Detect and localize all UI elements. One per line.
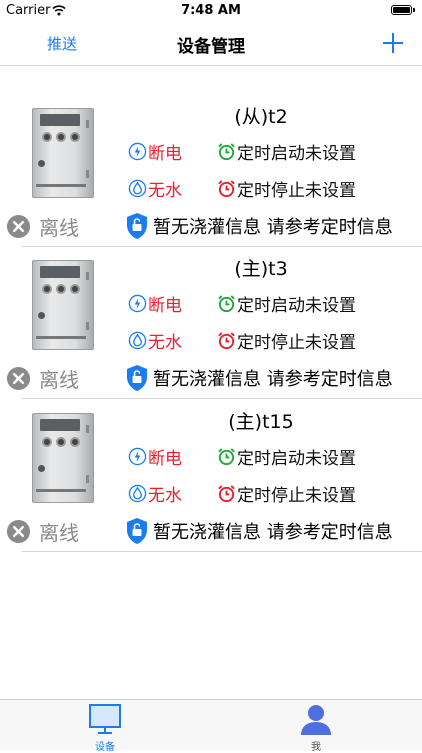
water-status-label: 无水: [148, 180, 182, 201]
lightning-icon: [128, 142, 147, 160]
tab-devices[interactable]: 设备: [75, 700, 135, 753]
row-divider: [22, 246, 422, 247]
power-status: 断电: [128, 291, 182, 316]
connection-label: 离线: [39, 520, 79, 545]
power-status-label: 断电: [148, 295, 182, 316]
battery-icon: [391, 5, 415, 15]
add-device-button[interactable]: [381, 31, 405, 55]
power-status-label: 断电: [148, 448, 182, 469]
alarm-clock-green-icon: [218, 294, 235, 312]
power-status: 断电: [128, 444, 182, 469]
irrigation-info: 暂无浇灌信息 请参考定时信息: [125, 516, 393, 546]
alarm-clock-red-icon: [218, 179, 235, 197]
offline-x-icon: [6, 214, 31, 238]
irrigation-label: 暂无浇灌信息 请参考定时信息: [153, 522, 393, 543]
row-divider: [22, 398, 422, 399]
shield-lock-icon: [127, 365, 147, 391]
timer-start-label: 定时启动未设置: [237, 448, 356, 469]
connection-status: 离线: [6, 365, 79, 392]
alarm-clock-green-icon: [218, 142, 235, 160]
water-status: 无水: [128, 328, 182, 353]
connection-status: 离线: [6, 518, 79, 545]
connection-status: 离线: [6, 213, 79, 240]
water-status: 无水: [128, 481, 182, 506]
alarm-clock-red-icon: [218, 484, 235, 502]
device-cabinet-image: [30, 409, 96, 505]
status-time: 7:48 AM: [181, 3, 241, 18]
timer-stop-label: 定时停止未设置: [237, 180, 356, 201]
tab-devices-label: 设备: [95, 742, 115, 753]
device-card[interactable]: (从)t2 断电 定时启动未设置 无水 定时停止未设置 离线 暂无浇灌信息 请参…: [0, 98, 422, 248]
timer-stop-status: 定时停止未设置: [217, 481, 356, 506]
power-status-label: 断电: [148, 143, 182, 164]
device-card[interactable]: (主)t15 断电 定时启动未设置 无水 定时停止未设置 离线 暂无浇灌信息 请…: [0, 403, 422, 553]
tab-me-label: 我: [311, 742, 321, 753]
water-drop-icon: [128, 484, 147, 502]
connection-label: 离线: [39, 215, 79, 240]
irrigation-label: 暂无浇灌信息 请参考定时信息: [153, 217, 393, 238]
device-name: (主)t3: [234, 258, 288, 280]
tab-bar: 设备 我: [0, 699, 422, 753]
timer-start-status: 定时启动未设置: [217, 139, 356, 164]
water-status-label: 无水: [148, 485, 182, 506]
offline-x-icon: [6, 366, 31, 390]
shield-lock-icon: [127, 518, 147, 544]
timer-start-label: 定时启动未设置: [237, 295, 356, 316]
water-drop-icon: [128, 331, 147, 349]
device-cabinet-image: [30, 256, 96, 352]
irrigation-label: 暂无浇灌信息 请参考定时信息: [153, 369, 393, 390]
status-bar: Carrier 7:48 AM: [0, 0, 422, 22]
navigation-bar: 推送 设备管理: [0, 22, 422, 66]
water-drop-icon: [128, 179, 147, 197]
timer-start-status: 定时启动未设置: [217, 444, 356, 469]
lightning-icon: [128, 447, 147, 465]
tab-me[interactable]: 我: [286, 700, 346, 753]
timer-stop-label: 定时停止未设置: [237, 485, 356, 506]
shield-lock-icon: [127, 213, 147, 239]
water-status-label: 无水: [148, 332, 182, 353]
device-name: (从)t2: [234, 106, 288, 128]
device-card[interactable]: (主)t3 断电 定时启动未设置 无水 定时停止未设置 离线 暂无浇灌信息 请参…: [0, 250, 422, 400]
offline-x-icon: [6, 519, 31, 543]
person-icon: [301, 705, 331, 735]
power-status: 断电: [128, 139, 182, 164]
timer-stop-status: 定时停止未设置: [217, 176, 356, 201]
connection-label: 离线: [39, 367, 79, 392]
alarm-clock-green-icon: [218, 447, 235, 465]
water-status: 无水: [128, 176, 182, 201]
row-divider: [22, 551, 422, 552]
timer-stop-label: 定时停止未设置: [237, 332, 356, 353]
page-title: 设备管理: [177, 37, 245, 57]
lightning-icon: [128, 294, 147, 312]
device-cabinet-image: [30, 104, 96, 200]
irrigation-info: 暂无浇灌信息 请参考定时信息: [125, 363, 393, 393]
alarm-clock-red-icon: [218, 331, 235, 349]
timer-start-status: 定时启动未设置: [217, 291, 356, 316]
timer-start-label: 定时启动未设置: [237, 143, 356, 164]
timer-stop-status: 定时停止未设置: [217, 328, 356, 353]
irrigation-info: 暂无浇灌信息 请参考定时信息: [125, 211, 393, 241]
device-name: (主)t15: [228, 411, 294, 433]
monitor-icon: [89, 704, 121, 734]
